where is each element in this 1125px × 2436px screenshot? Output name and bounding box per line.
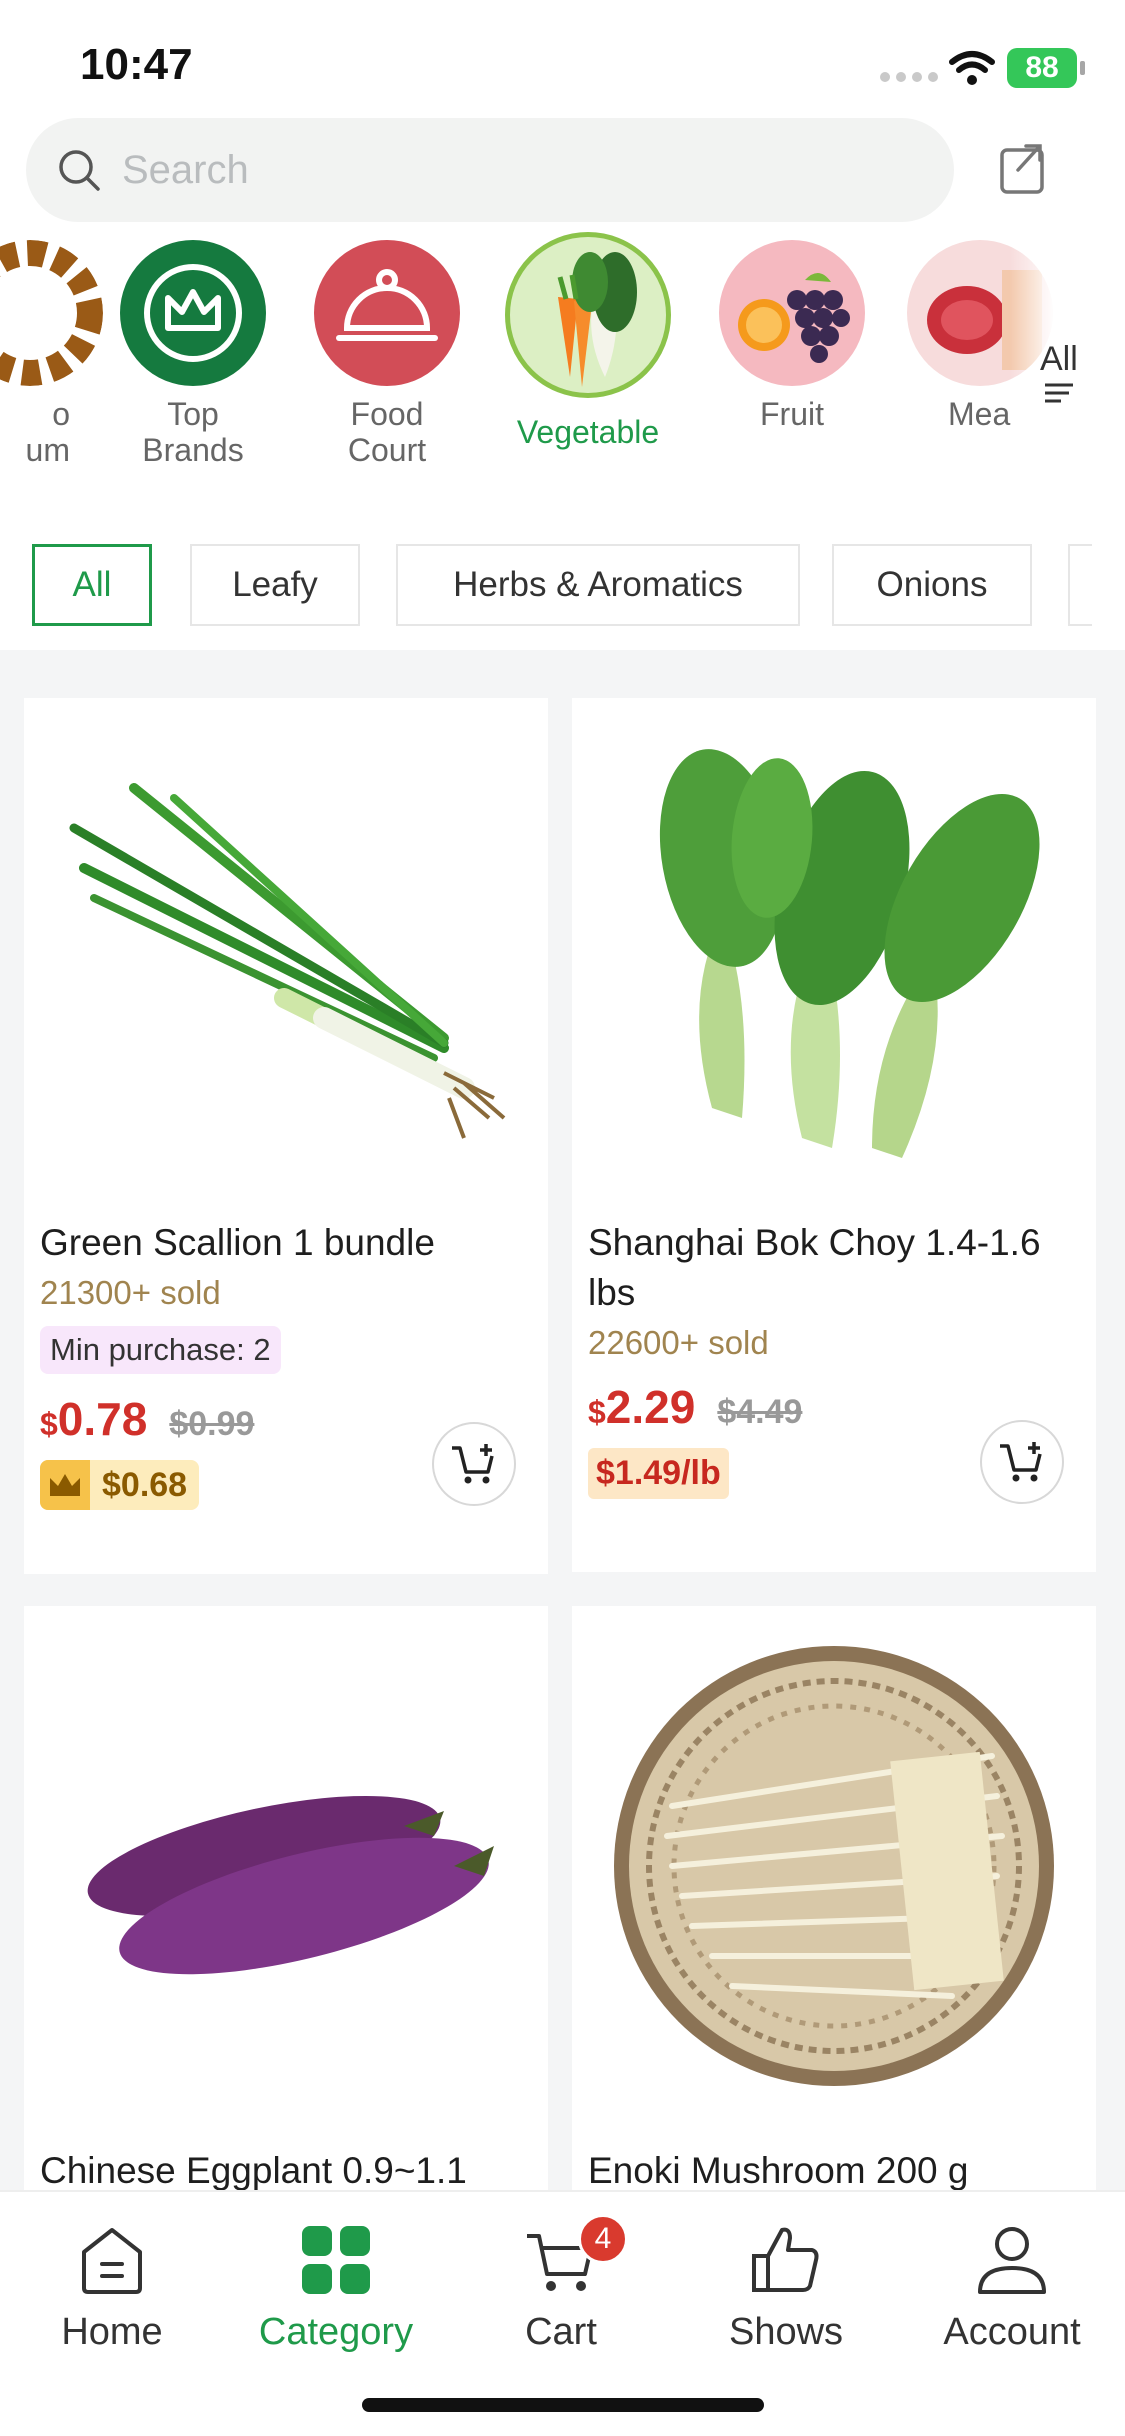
cart-count-badge: 4 <box>578 2214 628 2264</box>
thumbs-up-icon <box>752 2227 819 2292</box>
product-grid: Green Scallion 1 bundle 21300+ sold Min … <box>0 650 1125 2190</box>
add-cart-icon <box>1000 1442 1042 1482</box>
product-card[interactable]: Green Scallion 1 bundle 21300+ sold Min … <box>24 698 548 1574</box>
original-price: $0.99 <box>169 1405 255 1443</box>
chip-leafy[interactable]: Leafy <box>190 544 360 626</box>
status-bar: 10:47 88 <box>0 0 1125 120</box>
battery-icon: 88 <box>1007 48 1085 88</box>
add-to-cart-button[interactable] <box>980 1420 1064 1504</box>
product-card[interactable]: Enoki Mushroom 200 g <box>572 1606 1096 2190</box>
crown-badge-icon <box>120 240 266 386</box>
category-top-brands[interactable]: Top Brands <box>93 240 293 468</box>
premium-icon <box>0 240 103 386</box>
chip-onions[interactable]: Onions <box>832 544 1032 626</box>
category-carousel[interactable]: o um Top Brands Food Court Vegetable Fru… <box>0 232 1125 510</box>
product-card[interactable]: Chinese Eggplant 0.9~1.1 <box>24 1606 548 2190</box>
price-value: 2.29 <box>605 1381 696 1433</box>
cloche-icon <box>314 240 460 386</box>
category-label: Food Court <box>347 396 427 468</box>
category-grid-icon <box>302 2226 370 2294</box>
original-price: $4.49 <box>717 1393 803 1431</box>
wifi-icon <box>949 51 995 85</box>
product-image[interactable] <box>572 1606 1096 2146</box>
product-name[interactable]: Chinese Eggplant 0.9~1.1 <box>24 2146 548 2190</box>
product-name[interactable]: Enoki Mushroom 200 g <box>572 2146 1096 2190</box>
chip-more[interactable] <box>1068 544 1092 626</box>
price-per-lb: $1.49/lb <box>588 1448 729 1499</box>
subcategory-tabs[interactable]: All Leafy Herbs & Aromatics Onions <box>32 544 1092 626</box>
tab-account[interactable]: Account <box>912 2222 1112 2354</box>
product-price: $0.78 <box>40 1392 147 1446</box>
sold-count: 21300+ sold <box>40 1274 221 1311</box>
search-input[interactable]: Search <box>122 148 249 193</box>
all-categories-label: All <box>1040 340 1078 378</box>
vip-price-badge: $0.68 <box>40 1460 200 1510</box>
sold-count: 22600+ sold <box>588 1324 769 1361</box>
tab-label: Home <box>61 2311 163 2353</box>
search-bar[interactable]: Search <box>26 118 954 222</box>
product-name[interactable]: Shanghai Bok Choy 1.4-1.6 lbs <box>572 1218 1096 1318</box>
search-icon <box>59 150 100 191</box>
fruit-image <box>719 240 865 386</box>
product-image[interactable] <box>24 698 548 1218</box>
cellular-signal-icon <box>880 72 938 82</box>
add-cart-icon <box>452 1444 494 1484</box>
product-price: $2.29 <box>588 1380 695 1434</box>
battery-level: 88 <box>1025 51 1059 84</box>
crown-icon <box>40 1460 90 1510</box>
status-time: 10:47 <box>80 40 193 89</box>
category-label: Vegetable <box>516 414 660 450</box>
tab-shows[interactable]: Shows <box>686 2222 886 2354</box>
home-icon <box>82 2228 142 2294</box>
chip-all[interactable]: All <box>32 544 152 626</box>
tab-home[interactable]: Home <box>12 2222 212 2354</box>
user-icon <box>978 2227 1046 2294</box>
add-to-cart-button[interactable] <box>432 1422 516 1506</box>
currency-symbol: $ <box>40 1406 58 1442</box>
tab-label: Account <box>943 2311 1081 2353</box>
product-image[interactable] <box>572 698 1096 1218</box>
tab-label: Category <box>258 2311 414 2353</box>
vip-price: $0.68 <box>102 1465 188 1504</box>
category-label: Top Brands <box>142 396 244 468</box>
tab-label: Cart <box>525 2311 597 2353</box>
category-fruit[interactable]: Fruit <box>692 240 892 432</box>
chip-herbs-aromatics[interactable]: Herbs & Aromatics <box>396 544 800 626</box>
all-categories-button[interactable]: All <box>1040 340 1078 412</box>
tab-cart[interactable]: Cart <box>461 2222 661 2354</box>
home-indicator <box>362 2398 764 2412</box>
tab-category[interactable]: Category <box>236 2222 436 2354</box>
product-card[interactable]: Shanghai Bok Choy 1.4-1.6 lbs 22600+ sol… <box>572 698 1096 1572</box>
vegetable-image <box>505 232 671 398</box>
category-label: Fruit <box>760 396 824 432</box>
tab-label: Shows <box>728 2311 844 2353</box>
category-vegetable[interactable]: Vegetable <box>488 232 688 450</box>
share-icon[interactable] <box>998 140 1050 196</box>
price-value: 0.78 <box>57 1393 148 1445</box>
min-purchase-badge: Min purchase: 2 <box>40 1326 281 1374</box>
product-image[interactable] <box>24 1606 548 2146</box>
list-menu-icon <box>1044 383 1073 403</box>
currency-symbol: $ <box>588 1394 606 1430</box>
product-name[interactable]: Green Scallion 1 bundle <box>24 1218 548 1268</box>
category-food-court[interactable]: Food Court <box>287 240 487 468</box>
